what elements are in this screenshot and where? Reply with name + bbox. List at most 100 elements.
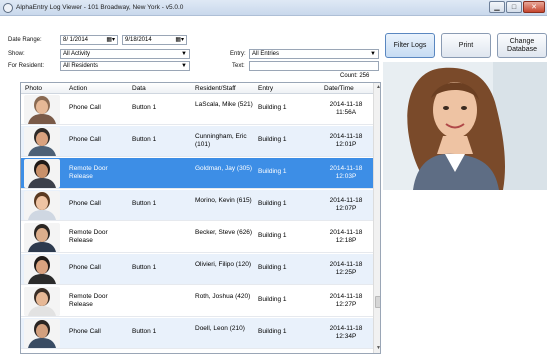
data-cell: Button 1 [132, 200, 157, 207]
action-cell: Phone Call [69, 264, 101, 271]
scroll-up-icon[interactable]: ▲ [375, 84, 380, 92]
action-cell: Remote Door Release [69, 229, 108, 244]
calendar-icon[interactable]: ▦▾ [106, 37, 115, 44]
action-cell: Phone Call [69, 200, 101, 207]
resident-thumbnail [24, 95, 60, 124]
date-text: 2014-11-18 [329, 101, 363, 108]
calendar-icon[interactable]: ▦▾ [175, 37, 184, 44]
table-row[interactable]: Phone Call Button 1 Cunningham, Eric (101)… [21, 126, 373, 157]
text-label: Text: [232, 63, 245, 69]
date-text: 2014-11-18 [329, 197, 363, 204]
date-text: 2014-11-18 [329, 165, 363, 172]
resident-thumbnail [24, 223, 60, 252]
resident-cell: Goldman, Jay (305) [195, 165, 253, 172]
entry-select[interactable]: All Entries ▼ [249, 49, 379, 59]
show-value: All Activity [63, 51, 91, 57]
date-range-label: Date Range: [8, 37, 42, 43]
date-text: 2014-11-18 [329, 325, 363, 332]
table-row[interactable]: Phone Call Button 1 LaScala, Mike (521) Bui… [21, 94, 373, 125]
resident-cell: Doell, Leon (210) [195, 325, 245, 332]
time-text: 12:27P [335, 301, 357, 308]
datetime-cell: 2014-11-18 12:07P [321, 197, 371, 213]
change-database-button[interactable]: Change Database [497, 33, 547, 58]
table-row[interactable]: Phone Call Button 1 Morino, Kevin (615) Bui… [21, 190, 373, 221]
date-from-value: 8/ 1/2014 [63, 37, 89, 43]
resident-cell: Cunningham, Eric (101) [195, 133, 247, 148]
date-from-field[interactable]: 8/ 1/2014 ▦▾ [60, 35, 118, 45]
datetime-cell: 2014-11-18 12:27P [321, 293, 371, 309]
close-icon[interactable]: ✕ [523, 1, 545, 13]
resident-thumbnail [24, 287, 60, 316]
datetime-cell: 2014-11-18 12:01P [321, 133, 371, 149]
data-cell: Button 1 [132, 328, 157, 335]
datetime-cell: 2014-11-18 11:56A [321, 101, 371, 117]
show-select[interactable]: All Activity ▼ [60, 49, 190, 59]
action-cell: Phone Call [69, 104, 101, 111]
date-to-field[interactable]: 9/18/2014 ▦▾ [122, 35, 187, 45]
chevron-down-icon: ▼ [181, 51, 187, 57]
minimize-icon[interactable]: ▁ [489, 1, 505, 13]
text-input[interactable] [249, 61, 379, 71]
resident-cell: LaScala, Mike (521) [195, 101, 253, 108]
table-header: Photo Action Data Resident/Staff Entry D… [21, 83, 373, 94]
action-cell: Remote Door Release [69, 293, 108, 308]
scroll-thumb[interactable] [375, 296, 380, 308]
resident-photo-large [383, 62, 547, 190]
entry-cell: Building 1 [258, 232, 287, 239]
entry-cell: Building 1 [258, 200, 287, 207]
column-header-photo[interactable]: Photo [25, 85, 42, 92]
filter-logs-button[interactable]: Filter Logs [385, 33, 435, 58]
log-table[interactable]: Photo Action Data Resident/Staff Entry D… [20, 82, 381, 354]
column-header-action[interactable]: Action [69, 85, 87, 92]
chevron-down-icon: ▼ [181, 63, 187, 69]
table-row[interactable]: Phone Call Button 1 Doell, Leon (210) Build… [21, 318, 373, 349]
action-cell: Remote Door Release [69, 165, 108, 180]
table-row[interactable]: Remote Door Release Becker, Steve (626) Bu… [21, 222, 373, 253]
print-button[interactable]: Print [441, 33, 491, 58]
date-text: 2014-11-18 [329, 293, 363, 300]
resident-label: For Resident: [8, 63, 45, 69]
table-row[interactable]: Remote Door Release Roth, Joshua (420) Bui… [21, 286, 373, 317]
app-icon [3, 3, 13, 13]
resident-thumbnail [24, 255, 60, 284]
data-cell: Button 1 [132, 264, 157, 271]
maximize-icon[interactable]: □ [506, 1, 522, 13]
column-header-resident[interactable]: Resident/Staff [195, 85, 236, 92]
time-text: 12:34P [335, 333, 357, 340]
date-text: 2014-11-18 [329, 261, 363, 268]
resident-thumbnail [24, 191, 60, 220]
entry-cell: Building 1 [258, 136, 287, 143]
data-cell: Button 1 [132, 136, 157, 143]
entry-label: Entry: [230, 51, 246, 57]
time-text: 12:07P [335, 205, 357, 212]
time-text: 12:18P [335, 237, 357, 244]
entry-cell: Building 1 [258, 264, 287, 271]
action-cell: Phone Call [69, 328, 101, 335]
date-text: 2014-11-18 [329, 133, 363, 140]
resident-select[interactable]: All Residents ▼ [60, 61, 190, 71]
table-row[interactable]: Remote Door Release Goldman, Jay (305) Bui… [21, 158, 373, 189]
vertical-scrollbar[interactable]: ▲ ▼ [373, 83, 380, 353]
scroll-down-icon[interactable]: ▼ [375, 345, 380, 353]
resident-thumbnail [24, 319, 60, 348]
entry-cell: Building 1 [258, 104, 287, 111]
resident-value: All Residents [63, 63, 99, 69]
window-controls: ▁ □ ✕ [488, 1, 545, 14]
resident-thumbnail [24, 159, 60, 188]
chevron-down-icon: ▼ [370, 51, 376, 57]
column-header-datetime[interactable]: Date/Time [324, 85, 354, 92]
action-cell: Phone Call [69, 136, 101, 143]
datetime-cell: 2014-11-18 12:03P [321, 165, 371, 181]
entry-value: All Entries [252, 51, 280, 57]
date-to-value: 9/18/2014 [125, 37, 152, 43]
record-count: Count: 256 [340, 73, 370, 79]
datetime-cell: 2014-11-18 12:18P [321, 229, 371, 245]
entry-cell: Building 1 [258, 328, 287, 335]
table-row[interactable]: Phone Call Button 1 Olivieri, Filipo (120)… [21, 254, 373, 285]
datetime-cell: 2014-11-18 12:25P [321, 261, 371, 277]
column-header-entry[interactable]: Entry [258, 85, 273, 92]
time-text: 12:01P [335, 141, 357, 148]
time-text: 12:03P [335, 173, 357, 180]
show-label: Show: [8, 51, 25, 57]
column-header-data[interactable]: Data [132, 85, 146, 92]
